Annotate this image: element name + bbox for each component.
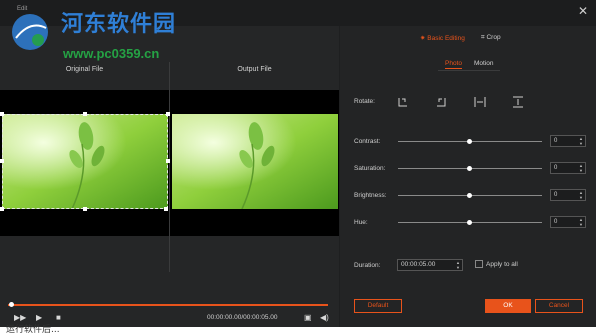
spin-arrows-icon[interactable]: ▲ ▼ (579, 163, 583, 173)
brightness-input[interactable]: 0 ▲ ▼ (550, 189, 586, 201)
crop-handle[interactable] (0, 159, 4, 163)
spin-arrows-icon[interactable]: ▲ ▼ (579, 190, 583, 200)
close-icon[interactable]: ✕ (576, 4, 590, 18)
crop-handle[interactable] (0, 207, 4, 211)
hue-input[interactable]: 0 ▲ ▼ (550, 216, 586, 228)
hue-knob[interactable] (467, 220, 472, 225)
spin-arrows-icon[interactable]: ▲ ▼ (456, 260, 460, 270)
output-file-label: Output File (237, 66, 272, 73)
contrast-input[interactable]: 0 ▲ ▼ (550, 135, 586, 147)
duration-label: Duration: (354, 262, 381, 269)
contrast-label: Contrast: (354, 138, 381, 145)
crop-frame[interactable] (2, 114, 168, 209)
tab-basic-label: Basic Editing (427, 35, 465, 42)
cancel-button[interactable]: Cancel (535, 299, 583, 313)
apply-all-label: Apply to all (486, 261, 518, 268)
preview-panel: Original File Output File ▶▶ ▶ ■ 00:00:0… (0, 26, 339, 327)
crop-handle[interactable] (0, 112, 4, 116)
tab-basic-editing[interactable]: ✷ Basic Editing (420, 34, 465, 42)
rotate-label: Rotate: (354, 98, 375, 105)
time-display: 00:00:00.00/00:00:05.00 (207, 314, 278, 321)
original-file-label: Original File (65, 66, 104, 73)
saturation-value: 0 (554, 165, 558, 171)
tab-crop[interactable]: ⌗ Crop (481, 34, 501, 42)
output-image (172, 114, 338, 209)
watermark: 河东软件园 www.pc0359.cn (8, 4, 208, 64)
progress-bar[interactable] (8, 304, 328, 306)
bottom-strip: 运行软件后... (0, 325, 596, 333)
volume-icon[interactable]: ◀) (320, 313, 329, 323)
crop-handle[interactable] (83, 207, 87, 211)
original-preview[interactable] (0, 90, 170, 236)
snapshot-icon[interactable]: ▣ (304, 313, 312, 323)
watermark-title: 河东软件园 (61, 11, 177, 37)
saturation-input[interactable]: 0 ▲ ▼ (550, 162, 586, 174)
hue-label: Hue: (354, 219, 368, 226)
crop-handle[interactable] (164, 207, 168, 211)
rotate-left-icon[interactable] (435, 96, 447, 108)
spin-arrows-icon[interactable]: ▲ ▼ (579, 136, 583, 146)
watermark-logo (12, 14, 48, 50)
duration-value: 00:00:05.00 (401, 261, 436, 268)
spin-arrows-icon[interactable]: ▲ ▼ (579, 217, 583, 227)
output-preview (170, 90, 339, 236)
edit-window: Edit ✕ Original File Output File ▶▶ ▶ ■ … (0, 0, 596, 327)
subtab-photo[interactable]: Photo (445, 60, 462, 69)
flip-horizontal-icon[interactable] (474, 96, 486, 108)
apply-all-checkbox[interactable] (475, 260, 483, 268)
bottom-strip-text: 运行软件后... (6, 325, 60, 333)
contrast-value: 0 (554, 138, 558, 144)
subtab-divider (438, 70, 500, 71)
brightness-knob[interactable] (467, 193, 472, 198)
default-button[interactable]: Default (354, 299, 402, 313)
subtab-motion[interactable]: Motion (474, 60, 494, 67)
rotate-right-icon[interactable] (397, 96, 409, 108)
flip-vertical-icon[interactable] (512, 96, 524, 108)
progress-knob[interactable] (9, 302, 14, 307)
saturation-knob[interactable] (467, 166, 472, 171)
tab-crop-label: Crop (486, 34, 501, 41)
crop-handle[interactable] (83, 112, 87, 116)
duration-input[interactable]: 00:00:05.00 ▲ ▼ (397, 259, 463, 271)
brightness-label: Brightness: (354, 192, 387, 199)
edit-panel: ✷ Basic Editing ⌗ Crop Photo Motion Rota… (340, 26, 596, 327)
ok-button[interactable]: OK (485, 299, 531, 313)
watermark-url: www.pc0359.cn (63, 46, 160, 61)
contrast-knob[interactable] (467, 139, 472, 144)
brightness-value: 0 (554, 192, 558, 198)
saturation-label: Saturation: (354, 165, 386, 172)
hue-value: 0 (554, 219, 558, 225)
